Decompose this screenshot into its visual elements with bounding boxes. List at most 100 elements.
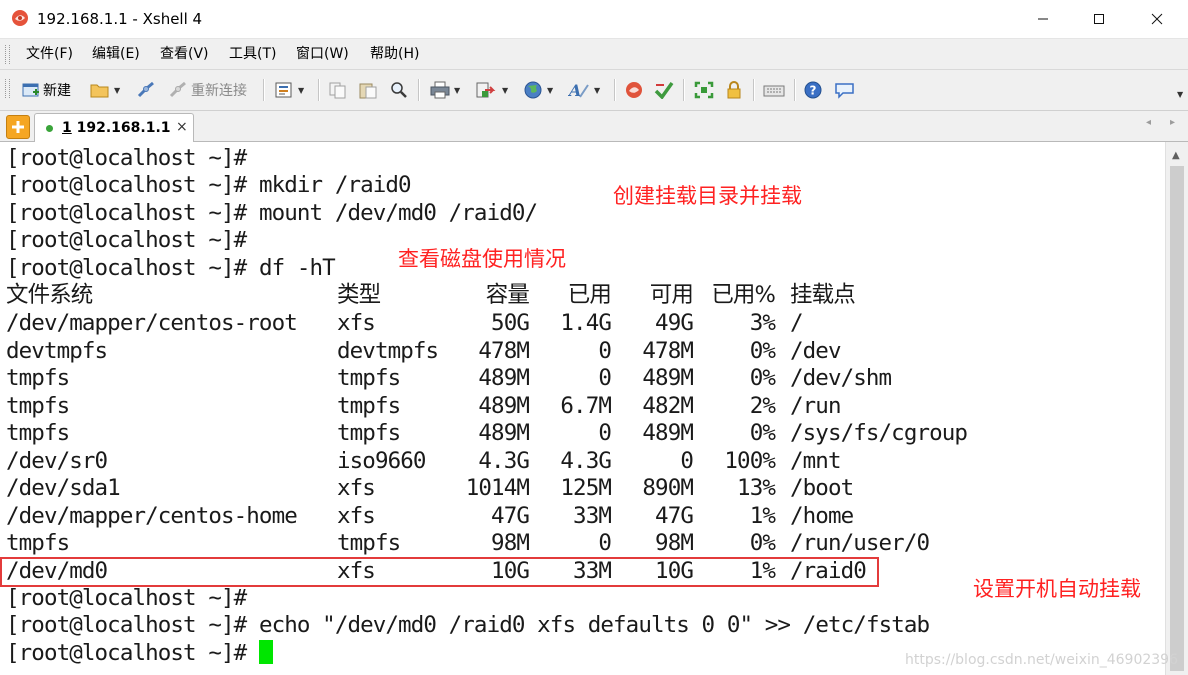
maximize-icon xyxy=(1094,14,1104,24)
menu-file[interactable]: 文件(F) xyxy=(26,45,73,63)
df-mount: /run xyxy=(790,392,841,419)
toolbar-grip xyxy=(5,79,10,98)
menu-edit[interactable]: 编辑(E) xyxy=(92,45,140,63)
df-mount: /home xyxy=(790,502,854,529)
find-button[interactable] xyxy=(389,79,409,101)
web-button[interactable]: ▼ xyxy=(523,79,553,101)
open-button[interactable]: ▼ xyxy=(90,79,120,101)
web-dropdown-arrow-icon[interactable]: ▼ xyxy=(547,86,553,95)
scroll-up-icon[interactable]: ▲ xyxy=(1172,150,1180,161)
menu-window[interactable]: 窗口(W) xyxy=(296,45,349,63)
font-button[interactable]: A ▼ xyxy=(568,79,600,101)
reconnect-icon xyxy=(169,81,186,98)
tab-session[interactable]: 1 192.168.1.1 × xyxy=(34,113,194,142)
df-type: iso9660 xyxy=(337,447,426,474)
properties-button[interactable]: ▼ xyxy=(274,79,304,101)
chat-button[interactable] xyxy=(834,79,856,101)
df-mount: /sys/fs/cgroup xyxy=(790,420,968,446)
print-dropdown-arrow-icon[interactable]: ▼ xyxy=(454,86,460,95)
df-use-percent: 0% xyxy=(749,337,776,364)
minimize-button[interactable] xyxy=(1014,0,1072,38)
prompt: [root@localhost ~]# xyxy=(6,255,247,281)
df-size: 98M xyxy=(491,530,530,556)
menu-bar: 文件(F) 编辑(E) 查看(V) 工具(T) 窗口(W) 帮助(H) xyxy=(0,39,1188,70)
prompt: [root@localhost ~]# xyxy=(6,172,247,198)
keyboard-button[interactable] xyxy=(763,79,785,101)
prompt: [root@localhost ~]# xyxy=(6,585,247,611)
scroll-thumb[interactable] xyxy=(1170,166,1184,671)
svg-text:?: ? xyxy=(810,84,817,98)
terminal-cursor xyxy=(258,640,273,664)
paste-button[interactable] xyxy=(358,79,378,101)
new-tab-button[interactable] xyxy=(6,115,30,139)
transfer-button[interactable]: ▼ xyxy=(476,79,508,101)
print-button[interactable]: ▼ xyxy=(430,79,460,101)
df-used: 0 xyxy=(598,365,612,391)
font-dropdown-arrow-icon[interactable]: ▼ xyxy=(594,86,600,95)
menu-grip xyxy=(5,45,10,64)
command: mkdir /raid0 xyxy=(258,172,412,198)
df-size: 4.3G xyxy=(478,447,529,474)
df-used: 0 xyxy=(598,530,612,556)
tab-scroll-right-icon[interactable]: ▸ xyxy=(1170,117,1175,128)
transfer-dropdown-arrow-icon[interactable]: ▼ xyxy=(502,86,508,95)
xftp-button[interactable] xyxy=(654,79,674,101)
menu-help[interactable]: 帮助(H) xyxy=(370,45,419,63)
df-header-size: 容量 xyxy=(485,282,530,308)
new-session-label: 新建 xyxy=(43,83,71,99)
df-mount: /mnt xyxy=(790,447,841,474)
terminal-line: [root@localhost ~]# echo "/dev/md0 /raid… xyxy=(6,612,930,639)
folder-icon xyxy=(90,84,109,98)
df-row: /dev/mapper/centos-root xfs 50G 1.4G 49G 3% / xyxy=(0,310,1165,337)
df-used: 125M xyxy=(560,475,611,501)
df-used: 4.3G xyxy=(560,447,611,474)
df-use-percent: 2% xyxy=(749,392,776,419)
lock-button[interactable] xyxy=(724,79,744,101)
df-mount: /dev/shm xyxy=(790,365,892,391)
terminal-line: [root@localhost ~]# xyxy=(6,585,247,612)
df-used: 33M xyxy=(573,502,612,529)
vertical-scrollbar[interactable]: ▲ xyxy=(1165,142,1188,675)
toolbar-separator xyxy=(418,79,420,101)
df-avail: 0 xyxy=(680,447,694,474)
fullscreen-button[interactable] xyxy=(694,79,714,101)
xshell-button[interactable] xyxy=(624,79,644,101)
df-type: tmpfs xyxy=(337,420,401,446)
maximize-button[interactable] xyxy=(1070,0,1128,38)
annotation-df: 查看磁盘使用情况 xyxy=(398,247,566,271)
tab-host: 192.168.1.1 xyxy=(76,120,171,136)
menu-view[interactable]: 查看(V) xyxy=(160,45,209,63)
close-button[interactable] xyxy=(1128,0,1186,38)
df-type: tmpfs xyxy=(337,530,401,556)
help-button[interactable]: ? xyxy=(803,79,823,101)
magnifier-icon xyxy=(391,82,407,98)
df-use-percent: 3% xyxy=(749,310,776,336)
toolbar-overflow-icon[interactable]: ▼ xyxy=(1177,90,1183,99)
reconnect-button[interactable]: 重新连接 xyxy=(168,79,247,101)
toolbar-separator xyxy=(318,79,320,101)
df-size: 489M xyxy=(478,365,529,391)
tab-scroll-left-icon[interactable]: ◂ xyxy=(1146,117,1151,128)
copy-button[interactable] xyxy=(328,79,348,101)
df-type: tmpfs xyxy=(337,365,401,391)
df-filesystem: tmpfs xyxy=(6,365,70,391)
new-session-button[interactable]: 新建 xyxy=(22,79,71,101)
menu-tools[interactable]: 工具(T) xyxy=(229,45,276,63)
keyboard-icon xyxy=(763,85,785,97)
annotation-mount: 创建挂载目录并挂载 xyxy=(613,184,802,208)
properties-dropdown-arrow-icon[interactable]: ▼ xyxy=(298,86,304,95)
df-row: /dev/mapper/centos-home xfs 47G 33M 47G 1% /ho… xyxy=(0,503,1165,530)
minimize-icon xyxy=(1038,18,1048,20)
open-dropdown-arrow-icon[interactable]: ▼ xyxy=(114,86,120,95)
prompt: [root@localhost ~]# xyxy=(6,640,247,666)
connect-button[interactable] xyxy=(136,79,156,101)
df-type: xfs xyxy=(337,310,376,336)
prompt: [root@localhost ~]# xyxy=(6,612,247,638)
df-row: /dev/sr0 iso9660 4.3G 4.3G 0 100% /mnt xyxy=(0,448,1165,475)
tab-close-icon[interactable]: × xyxy=(176,119,188,135)
df-use-percent: 1% xyxy=(749,502,776,529)
command: df -hT xyxy=(258,255,336,281)
df-row: tmpfs tmpfs 489M 0 489M 0% /dev/shm xyxy=(0,365,1165,392)
df-type: xfs xyxy=(337,502,376,529)
df-row: tmpfs tmpfs 489M 0 489M 0% /sys/fs/cgroup xyxy=(0,420,1165,447)
